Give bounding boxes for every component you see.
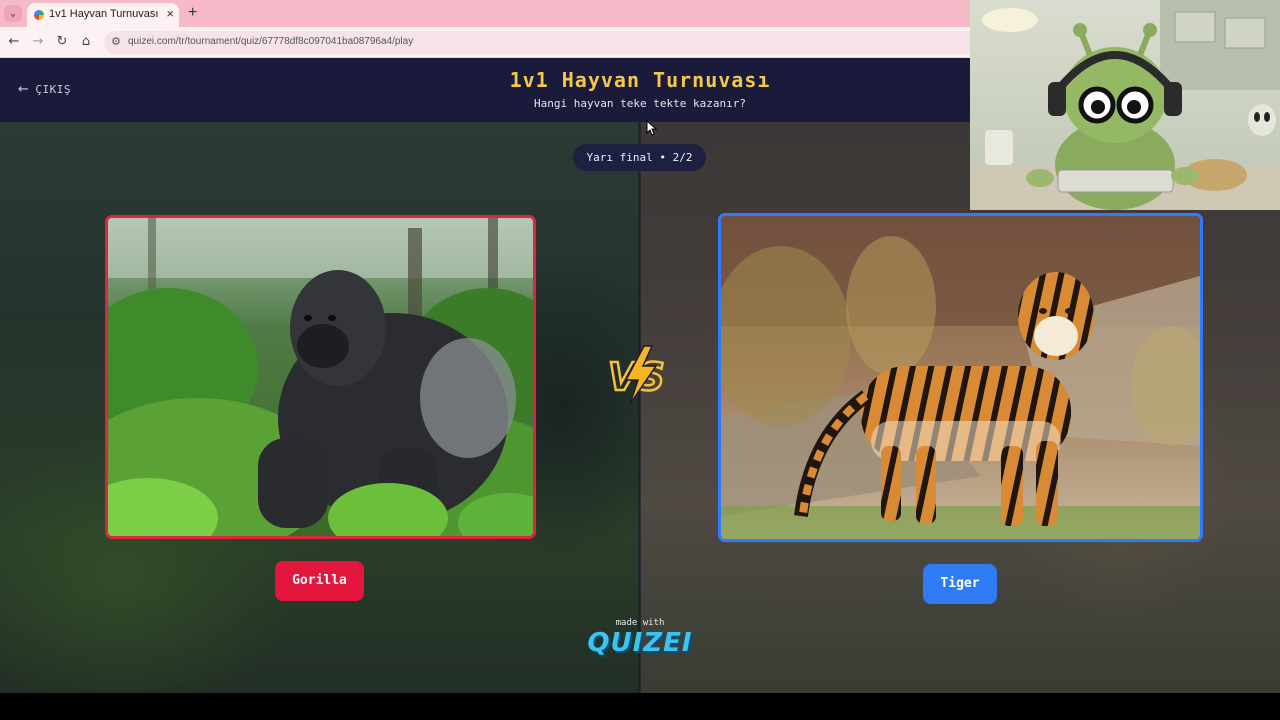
gorilla-image [108,218,533,536]
tab-search-chevron-icon[interactable]: ⌄ [4,5,22,22]
back-icon[interactable]: ← [5,33,23,51]
new-tab-button[interactable]: + [188,4,197,22]
browser-tab-bar: ⌄ 1v1 Hayvan Turnuvası - Tier List × + [0,0,970,27]
browser-tab[interactable]: 1v1 Hayvan Turnuvası - Tier List × [27,3,179,27]
tab-title: 1v1 Hayvan Turnuvası - Tier List [49,8,161,20]
taskbar-edge [0,693,1280,720]
pick-gorilla-button[interactable]: Gorilla [275,561,364,601]
address-bar[interactable]: ⚙ quizei.com/tr/tournament/quiz/67778df8… [104,31,970,54]
made-with-label: made with [615,618,665,628]
gorilla-card[interactable] [105,215,536,539]
round-badge: Yarı final • 2/2 [573,144,706,171]
mouse-cursor-icon [646,120,658,136]
url-text[interactable]: quizei.com/tr/tournament/quiz/67778df8c0… [128,36,413,47]
pick-tiger-button[interactable]: Tiger [923,564,997,604]
site-favicon-icon [34,10,44,20]
tiger-card[interactable] [718,213,1203,542]
site-info-icon[interactable]: ⚙ [111,35,121,48]
streamer-alien-image [970,0,1280,210]
quizei-logo[interactable]: QUIZEI [0,628,1280,658]
reload-icon[interactable]: ↻ [53,33,71,51]
home-icon[interactable]: ⌂ [77,33,95,51]
forward-icon[interactable]: → [29,33,47,51]
browser-toolbar: ← → ↻ ⌂ ⚙ quizei.com/tr/tournament/quiz/… [0,27,970,58]
webcam-overlay [970,0,1280,210]
tiger-image [721,216,1200,539]
vs-lightning-icon: VS [607,345,666,405]
center-divider [638,122,641,693]
tab-close-icon[interactable]: × [166,6,174,21]
